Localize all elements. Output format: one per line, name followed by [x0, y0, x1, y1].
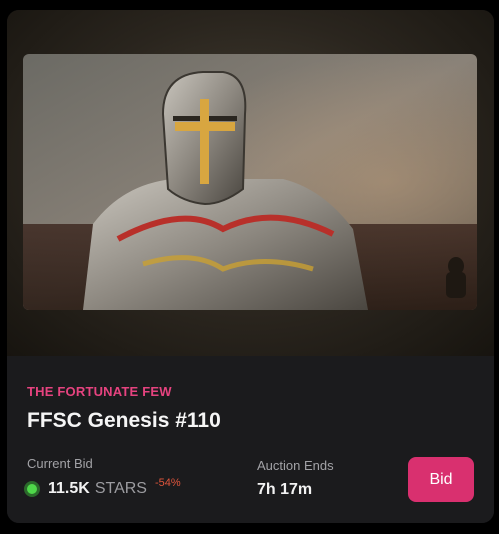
nft-auction-card[interactable]: THE FORTUNATE FEW FFSC Genesis #110 Curr…: [7, 10, 494, 523]
current-bid-label: Current Bid: [27, 456, 93, 471]
nft-artwork-image[interactable]: [23, 54, 477, 310]
stars-token-icon: [24, 481, 40, 497]
auction-ends-label: Auction Ends: [257, 458, 334, 473]
bid-currency: STARS: [94, 480, 147, 497]
bid-change-percent: -54%: [154, 477, 181, 489]
bid-button[interactable]: Bid: [408, 457, 474, 502]
artwork-backdrop: [7, 10, 494, 356]
nft-info-panel: THE FORTUNATE FEW FFSC Genesis #110 Curr…: [7, 356, 494, 523]
bid-amount: 11.5K: [48, 480, 90, 497]
nft-title[interactable]: FFSC Genesis #110: [27, 409, 221, 433]
auction-time-left: 7h 17m: [257, 481, 313, 498]
current-bid-value: 11.5K STARS -54%: [24, 477, 181, 498]
collection-name[interactable]: THE FORTUNATE FEW: [27, 384, 172, 399]
